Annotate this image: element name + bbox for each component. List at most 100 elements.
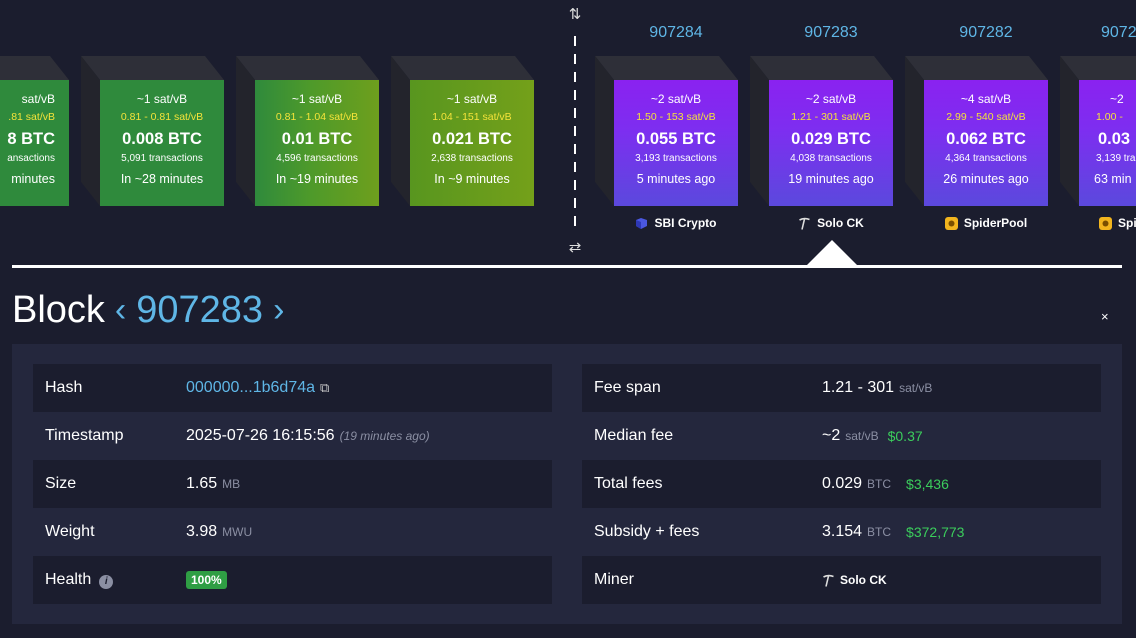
block-cube-side [81, 56, 100, 206]
detail-row-fee-span: Fee span 1.21 - 301 sat/vB [582, 364, 1101, 412]
detail-label: Hash [45, 379, 83, 396]
block-cube-top [595, 56, 738, 80]
block-fee-span: 0.81 - 1.04 sat/vB [275, 111, 359, 123]
close-icon[interactable]: × [1101, 309, 1109, 324]
block-height-link[interactable]: 907282 [924, 24, 1048, 42]
health-label: Health [45, 571, 92, 588]
block-number: 907283 [136, 288, 264, 331]
previous-block-chevron-icon[interactable]: ‹ [115, 291, 126, 330]
block-tx-count: 5,091 transactions [121, 153, 203, 164]
block-fee-span: 1.00 - [1096, 111, 1123, 123]
block-face: ~2 1.00 - 0.03 3,139 tra 63 min [1079, 80, 1136, 206]
mined-block[interactable]: ~2 sat/vB 1.50 - 153 sat/vB 0.055 BTC 3,… [595, 56, 738, 206]
mempool-block[interactable]: ~1 sat/vB 0.81 - 1.04 sat/vB 0.01 BTC 4,… [236, 56, 379, 206]
detail-label: Weight [45, 523, 95, 540]
block-tx-count: 4,364 transactions [945, 153, 1027, 164]
pool-label[interactable]: SpiderPool [924, 216, 1048, 230]
total-fees-value: 0.029 [822, 475, 863, 492]
detail-value: 2025-07-26 16:15:56 (19 minutes ago) [186, 427, 430, 445]
block-total-btc: 0.055 BTC [636, 130, 716, 148]
pickaxe-icon [799, 217, 810, 230]
median-fee-value: ~2 [822, 427, 841, 444]
block-face: sat/vB .81 sat/vB 8 BTC ansactions minut… [0, 80, 69, 206]
copy-icon[interactable]: ⧉ [320, 380, 329, 396]
pool-name: Spi [1118, 216, 1136, 230]
pool-label[interactable]: Spi [1079, 216, 1136, 230]
detail-value: 0.029 BTC $3,436 [822, 475, 949, 493]
block-eta: minutes [11, 172, 55, 186]
switch-direction-icon[interactable]: ⇅ [566, 5, 584, 23]
miner-name: Solo CK [840, 573, 887, 587]
block-height-link[interactable]: 907283 [769, 24, 893, 42]
subsidy-fees-value: 3.154 [822, 523, 863, 540]
block-fee-span: 1.04 - 151 sat/vB [432, 111, 512, 123]
next-block-chevron-icon[interactable]: › [273, 291, 284, 330]
swap-order-icon[interactable]: ⇄ [566, 238, 584, 256]
mined-block[interactable]: ~4 sat/vB 2.99 - 540 sat/vB 0.062 BTC 4,… [905, 56, 1048, 206]
block-median-fee: ~2 sat/vB [650, 92, 702, 106]
detail-row-total-fees: Total fees 0.029 BTC $3,436 [582, 460, 1101, 508]
detail-label: Median fee [594, 427, 674, 444]
mined-block-selected[interactable]: ~2 sat/vB 1.21 - 301 sat/vB 0.029 BTC 4,… [750, 56, 893, 206]
block-fee-span: 1.21 - 301 sat/vB [791, 111, 871, 123]
median-fee-usd: $0.37 [887, 428, 923, 444]
subsidy-fees-unit: BTC [867, 525, 892, 539]
block-cube-side [905, 56, 924, 206]
detail-value: 000000...1b6d74a ⧉ [186, 379, 329, 397]
block-cube-top [236, 56, 379, 80]
block-time-ago: 26 minutes ago [943, 172, 1029, 186]
mempool-block[interactable]: ~1 sat/vB 0.81 - 0.81 sat/vB 0.008 BTC 5… [81, 56, 224, 206]
blockchain-strip: sat/vB .81 sat/vB 8 BTC ansactions minut… [0, 0, 1136, 267]
block-header: Block ‹ 907283 › [12, 288, 284, 332]
detail-value: 3.98 MWU [186, 523, 252, 541]
block-cube-side [236, 56, 255, 206]
block-time-ago: 63 min [1094, 172, 1132, 186]
detail-row-size: Size 1.65 MB [33, 460, 552, 508]
block-face: ~1 sat/vB 0.81 - 1.04 sat/vB 0.01 BTC 4,… [255, 80, 379, 206]
block-cube-side [750, 56, 769, 206]
pool-name: SpiderPool [963, 216, 1028, 230]
block-cube-top [750, 56, 893, 80]
block-fee-span: .81 sat/vB [8, 111, 55, 123]
block-median-fee: ~1 sat/vB [446, 92, 498, 106]
block-median-fee: ~2 [1110, 92, 1124, 106]
detail-label: Total fees [594, 475, 663, 492]
block-total-btc: 0.029 BTC [791, 130, 871, 148]
detail-label: Fee span [594, 379, 661, 396]
block-face: ~1 sat/vB 1.04 - 151 sat/vB 0.021 BTC 2,… [410, 80, 534, 206]
block-details-panel: Hash 000000...1b6d74a ⧉ Timestamp 2025-0… [12, 344, 1122, 624]
detail-value: ~2 sat/vB $0.37 [822, 427, 923, 445]
health-badge: 100% [186, 571, 227, 589]
detail-value: 3.154 BTC $372,773 [822, 523, 964, 541]
pool-label[interactable]: SBI Crypto [614, 216, 738, 230]
miner-link[interactable]: Solo CK [822, 573, 887, 587]
block-median-fee: ~1 sat/vB [136, 92, 188, 106]
block-face: ~4 sat/vB 2.99 - 540 sat/vB 0.062 BTC 4,… [924, 80, 1048, 206]
page-title: Block [12, 288, 105, 331]
mempool-block[interactable]: ~1 sat/vB 1.04 - 151 sat/vB 0.021 BTC 2,… [391, 56, 534, 206]
block-height-link[interactable]: 9072 [1079, 24, 1136, 42]
block-cube-top [81, 56, 224, 80]
block-face: ~2 sat/vB 1.21 - 301 sat/vB 0.029 BTC 4,… [769, 80, 893, 206]
detail-row-timestamp: Timestamp 2025-07-26 16:15:56 (19 minute… [33, 412, 552, 460]
block-hash-link[interactable]: 000000...1b6d74a [186, 379, 315, 397]
detail-value: 1.65 MB [186, 475, 240, 493]
block-median-fee: ~4 sat/vB [960, 92, 1012, 106]
block-fee-span: 2.99 - 540 sat/vB [946, 111, 1026, 123]
block-cube-side [1060, 56, 1079, 206]
size-unit: MB [222, 477, 241, 491]
mined-block-partial[interactable]: ~2 1.00 - 0.03 3,139 tra 63 min [1060, 56, 1136, 206]
block-height-link[interactable]: 907284 [614, 24, 738, 42]
info-icon[interactable]: i [99, 575, 114, 589]
spiderpool-icon [944, 216, 958, 230]
mempool-block-partial[interactable]: sat/vB .81 sat/vB 8 BTC ansactions minut… [0, 56, 69, 206]
block-total-btc: 0.008 BTC [122, 130, 202, 148]
pool-label[interactable]: Solo CK [769, 216, 893, 230]
block-cube-top [905, 56, 1048, 80]
fee-span-unit: sat/vB [899, 381, 933, 395]
block-time-ago: 19 minutes ago [788, 172, 874, 186]
subsidy-fees-usd: $372,773 [906, 524, 965, 540]
pickaxe-icon [823, 574, 834, 587]
median-fee-unit: sat/vB [845, 429, 879, 443]
detail-label: Health i [45, 571, 114, 589]
